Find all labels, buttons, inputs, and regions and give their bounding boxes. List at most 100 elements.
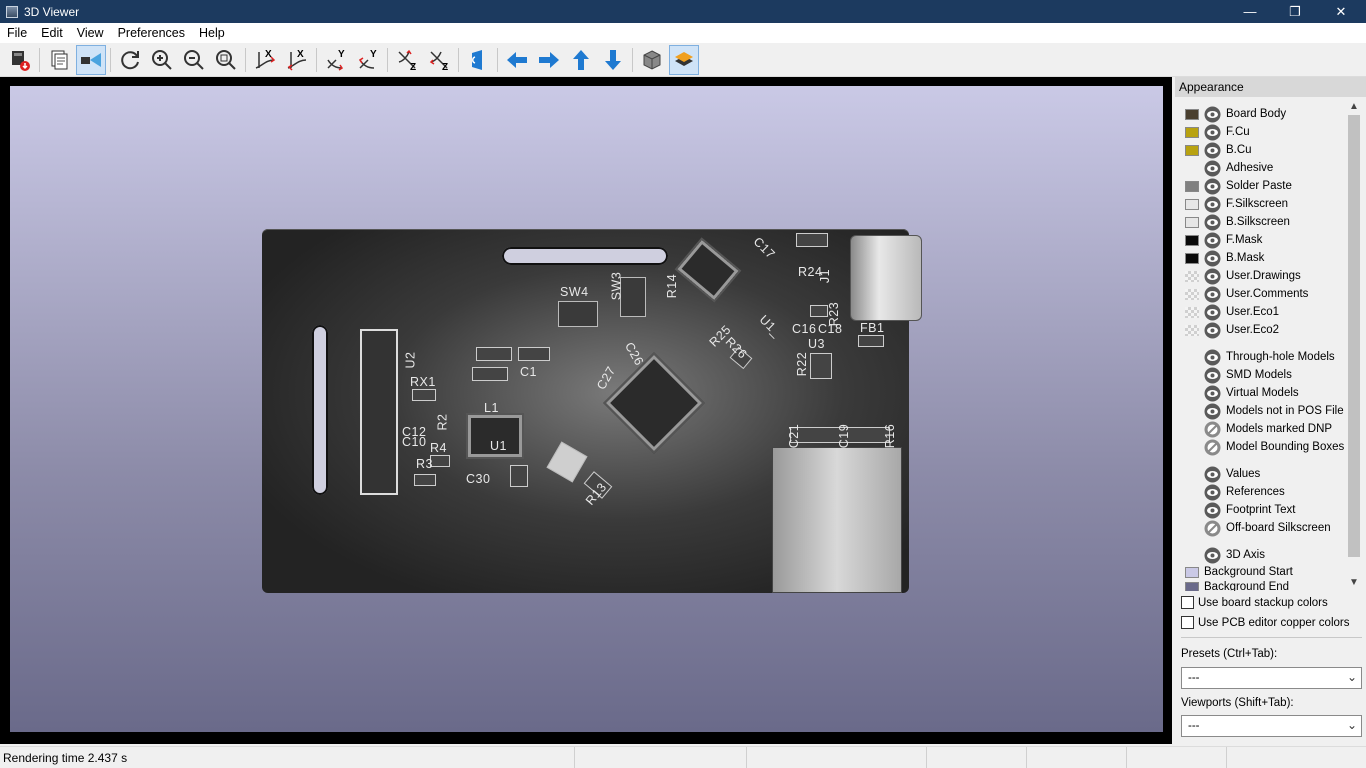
layer-row[interactable]: User.Eco1 — [1185, 303, 1279, 321]
layer-row[interactable]: User.Comments — [1185, 285, 1308, 303]
layer-row[interactable]: Through-hole Models — [1185, 348, 1335, 366]
flip-board-button[interactable] — [463, 45, 493, 75]
presets-select[interactable]: --- ⌄ — [1181, 667, 1362, 689]
color-swatch[interactable] — [1185, 270, 1199, 282]
layer-row[interactable]: Models not in POS File — [1185, 402, 1344, 420]
layer-row[interactable]: B.Silkscreen — [1185, 213, 1290, 231]
scrollbar-thumb[interactable] — [1348, 115, 1360, 557]
zoom-in-button[interactable] — [147, 45, 177, 75]
layer-row[interactable]: Model Bounding Boxes — [1185, 438, 1344, 456]
eye-icon[interactable] — [1204, 142, 1221, 159]
layer-row[interactable]: B.Cu — [1185, 141, 1252, 159]
color-swatch[interactable] — [1185, 198, 1199, 210]
layer-row[interactable]: 3D Axis — [1185, 546, 1265, 564]
scroll-up-icon[interactable]: ▲ — [1346, 101, 1362, 115]
move-up-button[interactable] — [566, 45, 596, 75]
rotate-y-ccw-button[interactable]: Y — [353, 45, 383, 75]
rotate-x-cw-button[interactable]: X — [250, 45, 280, 75]
eye-icon[interactable] — [1204, 547, 1221, 564]
layer-row[interactable]: Solder Paste — [1185, 177, 1292, 195]
eye-icon[interactable] — [1204, 322, 1221, 339]
color-swatch[interactable] — [1185, 216, 1199, 228]
rotate-y-cw-button[interactable]: Y — [321, 45, 351, 75]
layer-row[interactable]: F.Cu — [1185, 123, 1250, 141]
eye-icon[interactable] — [1204, 403, 1221, 420]
layers-list[interactable]: Board Body F.Cu B.Cu Adhesive Solder Paste F.… — [1175, 99, 1347, 591]
layer-row[interactable]: F.Silkscreen — [1185, 195, 1288, 213]
rotate-z-ccw-button[interactable]: Z — [424, 45, 454, 75]
rotate-x-ccw-button[interactable]: X — [282, 45, 312, 75]
eye-icon[interactable] — [1204, 286, 1221, 303]
eye-icon[interactable] — [1204, 304, 1221, 321]
raytracing-button[interactable] — [76, 44, 106, 75]
copy-to-clipboard-button[interactable] — [44, 45, 74, 75]
layer-row[interactable]: B.Mask — [1185, 249, 1264, 267]
close-button[interactable]: ✕ — [1318, 0, 1364, 23]
layer-row[interactable]: References — [1185, 483, 1285, 501]
eye-icon[interactable] — [1204, 367, 1221, 384]
render-canvas[interactable]: SW4 SW3 R14 C17 R24 J1 U2 RX1 C1 L1 R2 C… — [10, 86, 1163, 732]
layer-row[interactable]: Off-board Silkscreen — [1185, 519, 1331, 537]
eye-icon[interactable] — [1204, 232, 1221, 249]
color-swatch[interactable] — [1185, 234, 1199, 246]
minimize-button[interactable]: — — [1227, 0, 1273, 23]
color-swatch[interactable] — [1185, 144, 1199, 156]
maximize-button[interactable]: ❐ — [1272, 0, 1318, 23]
layer-row[interactable]: User.Drawings — [1185, 267, 1301, 285]
color-swatch[interactable] — [1185, 581, 1199, 591]
move-down-button[interactable] — [598, 45, 628, 75]
color-swatch[interactable] — [1185, 180, 1199, 192]
checkbox-box[interactable] — [1181, 616, 1194, 629]
eye-icon[interactable] — [1204, 106, 1221, 123]
eye-icon[interactable] — [1204, 178, 1221, 195]
layer-row[interactable]: Values — [1185, 465, 1260, 483]
color-swatch[interactable] — [1185, 324, 1199, 336]
menu-file[interactable]: File — [0, 26, 34, 40]
eye-icon[interactable] — [1204, 196, 1221, 213]
menu-help[interactable]: Help — [192, 26, 232, 40]
layer-row[interactable]: Board Body — [1185, 105, 1286, 123]
layer-row[interactable]: User.Eco2 — [1185, 321, 1279, 339]
zoom-out-button[interactable] — [179, 45, 209, 75]
color-swatch[interactable] — [1185, 252, 1199, 264]
menu-edit[interactable]: Edit — [34, 26, 70, 40]
color-swatch[interactable] — [1185, 306, 1199, 318]
color-swatch[interactable] — [1185, 163, 1199, 174]
color-swatch[interactable] — [1185, 108, 1199, 120]
eye-icon[interactable] — [1204, 466, 1221, 483]
layer-row[interactable]: SMD Models — [1185, 366, 1292, 384]
scroll-down-icon[interactable]: ▼ — [1346, 577, 1362, 591]
eye-icon[interactable] — [1204, 214, 1221, 231]
color-swatch[interactable] — [1185, 288, 1199, 300]
toggle-orthographic-button[interactable] — [637, 45, 667, 75]
menu-preferences[interactable]: Preferences — [111, 26, 192, 40]
toggle-layers-button[interactable] — [669, 44, 699, 75]
move-right-button[interactable] — [534, 45, 564, 75]
layer-row[interactable]: Models marked DNP — [1185, 420, 1332, 438]
layer-row[interactable]: Footprint Text — [1185, 501, 1295, 519]
layer-row[interactable]: Adhesive — [1185, 159, 1273, 177]
eye-icon[interactable] — [1204, 124, 1221, 141]
layer-row[interactable]: Virtual Models — [1185, 384, 1299, 402]
eye-icon[interactable] — [1204, 385, 1221, 402]
zoom-fit-button[interactable] — [211, 45, 241, 75]
3d-viewport[interactable]: SW4 SW3 R14 C17 R24 J1 U2 RX1 C1 L1 R2 C… — [0, 77, 1172, 744]
eye-icon[interactable] — [1204, 250, 1221, 267]
export-image-button[interactable] — [5, 45, 35, 75]
color-swatch[interactable] — [1185, 566, 1199, 578]
menu-view[interactable]: View — [70, 26, 111, 40]
use-board-stackup-checkbox[interactable]: Use board stackup colors — [1181, 596, 1328, 609]
rotate-z-cw-button[interactable]: Z — [392, 45, 422, 75]
eye-icon[interactable] — [1204, 160, 1221, 177]
eye-hidden-icon[interactable] — [1204, 439, 1221, 456]
move-left-button[interactable] — [502, 45, 532, 75]
eye-icon[interactable] — [1204, 484, 1221, 501]
eye-icon[interactable] — [1204, 349, 1221, 366]
eye-icon[interactable] — [1204, 502, 1221, 519]
eye-icon[interactable] — [1204, 268, 1221, 285]
color-swatch[interactable] — [1185, 126, 1199, 138]
refresh-button[interactable] — [115, 45, 145, 75]
viewports-select[interactable]: --- ⌄ — [1181, 715, 1362, 737]
eye-hidden-icon[interactable] — [1204, 520, 1221, 537]
layer-row[interactable]: F.Mask — [1185, 231, 1262, 249]
